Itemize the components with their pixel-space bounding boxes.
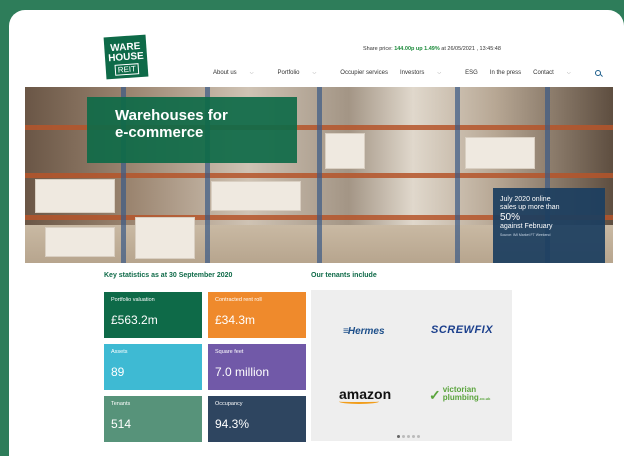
share-price: Share price: 144.00p up 1.49% at 26/05/2…: [363, 46, 501, 52]
nav-item-esg[interactable]: ESG: [465, 70, 478, 76]
chevron-down-icon: ⌵: [566, 70, 571, 76]
nav-item-about-us[interactable]: About us ⌵: [213, 70, 265, 76]
pallet-box: [465, 137, 535, 169]
tenant-logo-victorian-plumbing[interactable]: ✓ victorian plumbing.co.uk: [429, 386, 490, 403]
main-nav: About us ⌵ Portfolio ⌵ Occupier services I…: [213, 70, 613, 76]
carousel-dot[interactable]: [407, 435, 410, 438]
pallet-box: [45, 227, 115, 257]
shelf-post: [455, 87, 460, 263]
logo-line2: HOUSE: [107, 50, 145, 65]
nav-item-occupier-services[interactable]: Occupier services: [340, 70, 388, 76]
hero-title: Warehouses for e-commerce: [87, 97, 297, 163]
share-price-value: 144.00p up 1.49%: [394, 46, 440, 52]
carousel-dot[interactable]: [397, 435, 400, 438]
logo-line3: REIT: [114, 63, 140, 76]
stat-contracted-rent-roll[interactable]: Contracted rent roll £34.3m: [208, 292, 306, 338]
hero-stat-card[interactable]: July 2020 online sales up more than 50% …: [493, 188, 605, 263]
chevron-down-icon: ⌵: [437, 70, 442, 76]
stat-occupancy[interactable]: Occupancy 94.3%: [208, 396, 306, 442]
hero-banner: Warehouses for e-commerce July 2020 onli…: [25, 87, 613, 263]
carousel-dot[interactable]: [417, 435, 420, 438]
nav-item-investors[interactable]: Investors ⌵: [400, 70, 453, 76]
tenant-logo-screwfix[interactable]: SCREWFIX: [431, 324, 493, 336]
chevron-down-icon: ⌵: [249, 70, 254, 76]
carousel-dot[interactable]: [402, 435, 405, 438]
check-icon: ✓: [429, 386, 441, 403]
pallet-box: [135, 217, 195, 259]
stat-square-feet[interactable]: Square feet 7.0 million: [208, 344, 306, 390]
website-frame: WARE HOUSE REIT Share price: 144.00p up …: [9, 10, 624, 456]
pallet-box: [325, 133, 365, 169]
search-icon[interactable]: [594, 70, 601, 76]
hero-stat-value: 50%: [500, 212, 521, 223]
tenants-carousel-dots: [397, 435, 420, 438]
stat-portfolio-valuation[interactable]: Portfolio valuation £563.2m: [104, 292, 202, 338]
chevron-down-icon: ⌵: [312, 70, 317, 76]
tenant-logo-amazon[interactable]: amazon: [339, 386, 391, 404]
nav-item-in-the-press[interactable]: In the press: [490, 70, 521, 76]
pallet-box: [211, 181, 301, 211]
key-statistics-heading: Key statistics as at 30 September 2020: [104, 272, 233, 279]
nav-item-portfolio[interactable]: Portfolio ⌵: [277, 70, 328, 76]
hero-stat-source: Source: IMI Market FT Weekend: [500, 233, 551, 237]
warehouse-reit-logo[interactable]: WARE HOUSE REIT: [103, 34, 149, 80]
stat-assets[interactable]: Assets 89: [104, 344, 202, 390]
pallet-box: [35, 179, 115, 213]
shelf-post: [317, 87, 322, 263]
tenants-heading: Our tenants include: [311, 272, 377, 279]
carousel-dot[interactable]: [412, 435, 415, 438]
tenants-carousel: ≡Hermes SCREWFIX amazon ✓ victorian plumb…: [311, 290, 512, 441]
tenant-logo-hermes[interactable]: ≡Hermes: [343, 326, 385, 337]
stat-tenants[interactable]: Tenants 514: [104, 396, 202, 442]
nav-item-contact[interactable]: Contact ⌵: [533, 70, 582, 76]
